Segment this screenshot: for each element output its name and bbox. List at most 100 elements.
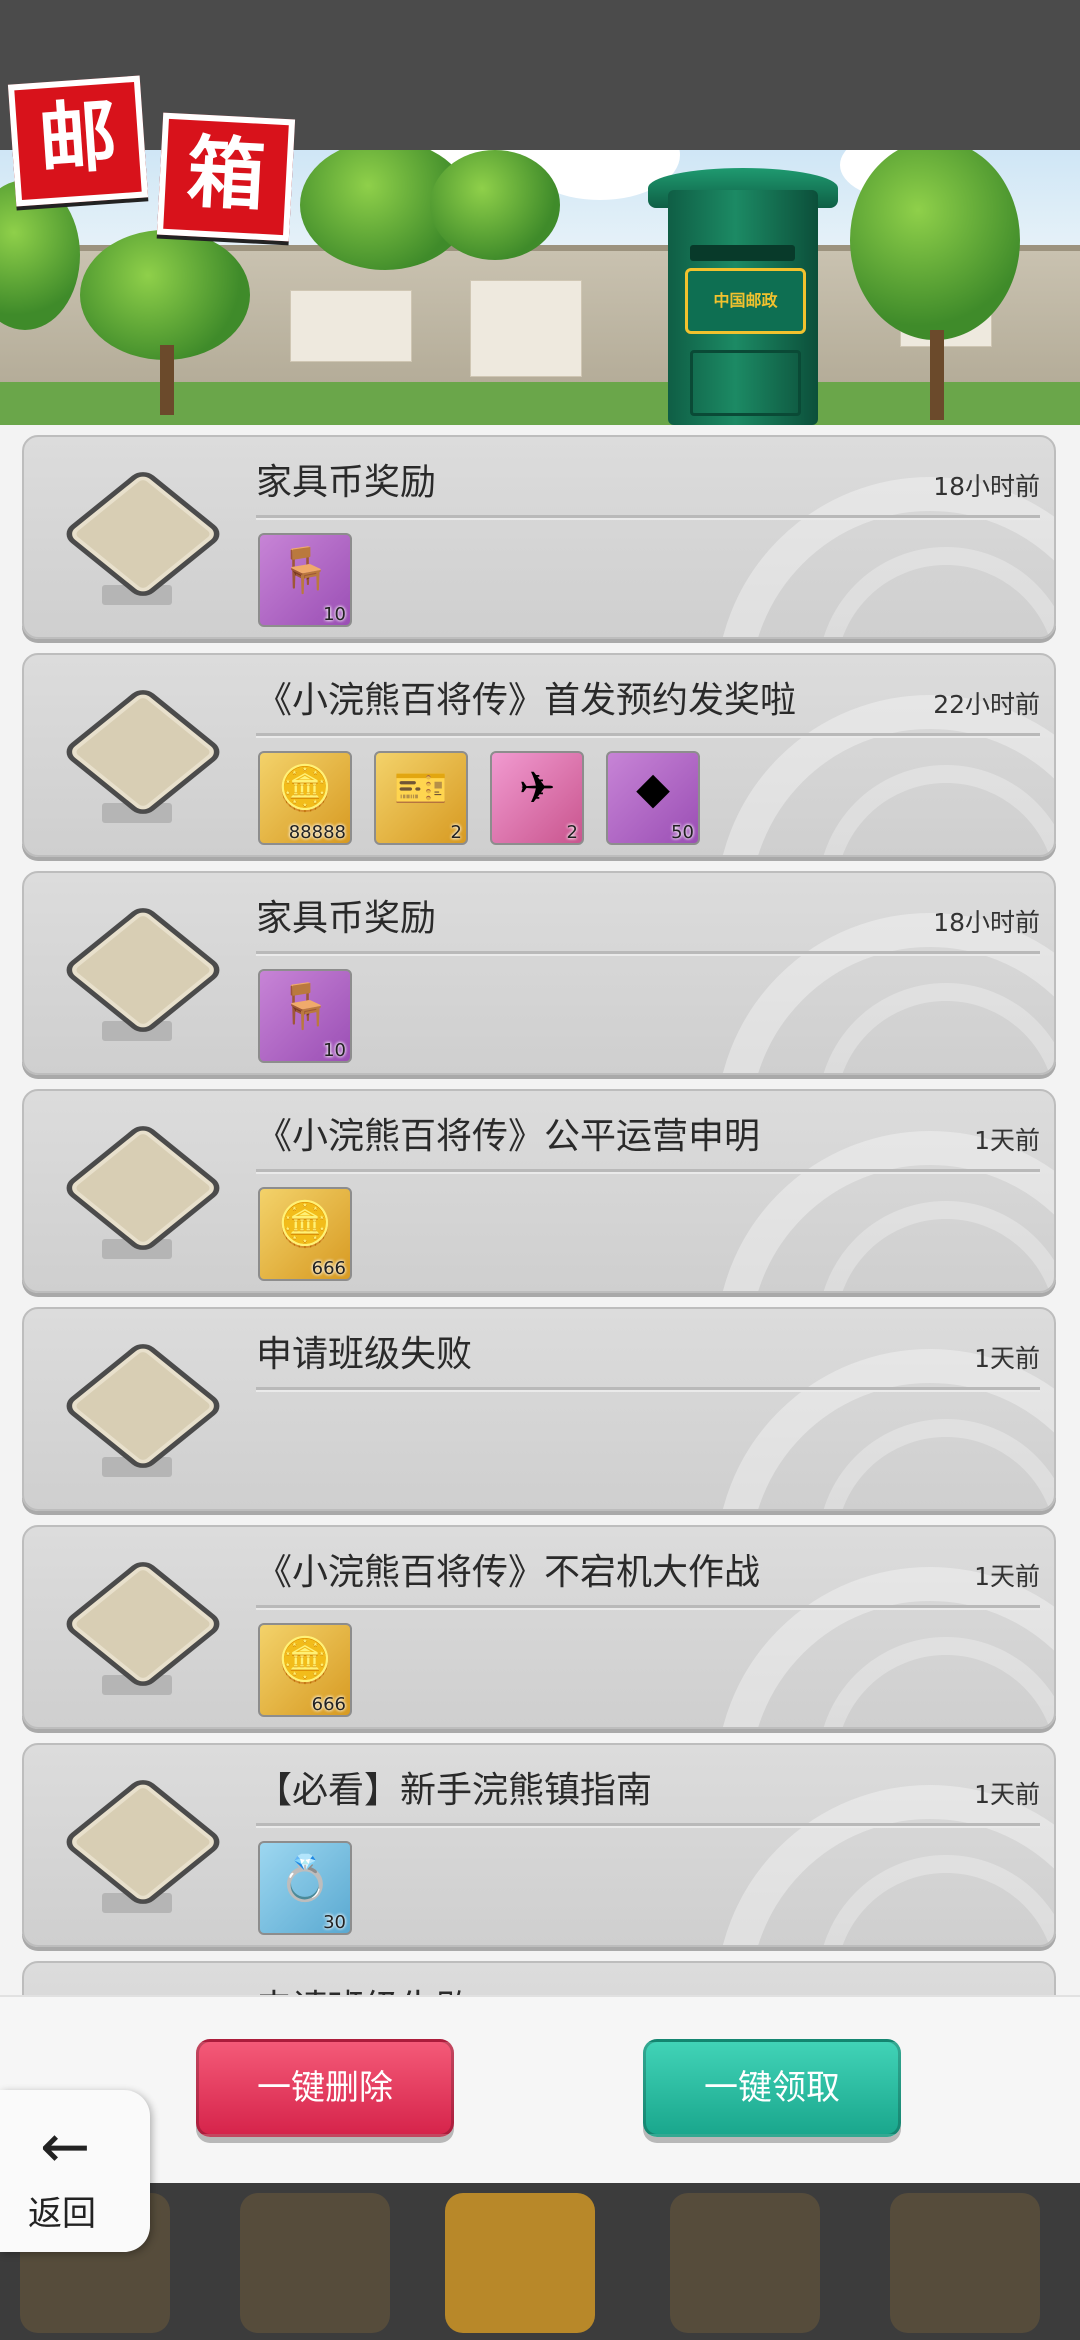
mail-card[interactable]: 《小浣熊百将传》公平运营申明 1天前 🪙 666 xyxy=(22,1089,1056,1293)
dock-tile xyxy=(240,2193,390,2333)
envelope-icon xyxy=(60,466,226,617)
mail-title: 家具币奖励 xyxy=(256,462,437,503)
envelope-icon xyxy=(60,902,226,1053)
title-char: 箱 xyxy=(156,112,296,242)
mail-title: 申请班级失败 xyxy=(256,1979,472,1995)
back-label: 返回 xyxy=(28,2194,96,2234)
reward-count: 50 xyxy=(671,822,694,843)
wall-poster xyxy=(470,280,582,377)
title-char: 邮 xyxy=(7,75,149,207)
mail-card[interactable]: 申请班级失败 1天前 xyxy=(22,1961,1056,1995)
divider xyxy=(256,515,1040,518)
reward-item[interactable]: 🪙 88888 xyxy=(258,751,352,845)
mail-card[interactable]: 家具币奖励 18小时前 🪑 10 xyxy=(22,435,1056,639)
gem-ring-icon: 💍 xyxy=(277,1853,333,1904)
envelope-shape xyxy=(60,466,226,602)
mail-time: 1天前 xyxy=(974,1126,1040,1155)
cube-icon: ◆ xyxy=(636,763,670,814)
reward-count: 88888 xyxy=(288,822,346,843)
tree-trunk xyxy=(160,345,174,415)
stool-icon: 🪑 xyxy=(277,981,333,1032)
tree xyxy=(80,230,250,360)
post-box-slot xyxy=(690,245,795,261)
divider xyxy=(256,1387,1040,1390)
envelope-shape xyxy=(60,1338,226,1474)
mail-time: 1天前 xyxy=(974,1780,1040,1809)
envelope-shape xyxy=(60,1774,226,1910)
reward-items: 🪙 666 xyxy=(258,1187,352,1281)
stool-icon: 🪑 xyxy=(277,545,333,596)
reward-item[interactable]: 🪑 10 xyxy=(258,969,352,1063)
gold-coin-icon: 🪙 xyxy=(277,1635,333,1686)
dock-tile xyxy=(890,2193,1040,2333)
mail-title: 【必看】新手浣熊镇指南 xyxy=(256,1770,653,1811)
reward-items: 🪑 10 xyxy=(258,533,352,627)
wall-poster xyxy=(290,290,412,362)
back-button[interactable]: ← 返回 xyxy=(0,2090,150,2252)
divider xyxy=(256,1605,1040,1608)
mail-card[interactable]: 申请班级失败 1天前 xyxy=(22,1307,1056,1511)
reward-count: 2 xyxy=(566,822,578,843)
mail-card[interactable]: 家具币奖励 18小时前 🪑 10 xyxy=(22,871,1056,1075)
action-bar: 一键删除 一键领取 xyxy=(0,1995,1080,2185)
reward-item[interactable]: 💍 30 xyxy=(258,1841,352,1935)
divider xyxy=(256,951,1040,954)
dock-tile xyxy=(445,2193,595,2333)
paper-plane-icon: ✈ xyxy=(518,763,556,814)
reward-item[interactable]: 🎫 2 xyxy=(374,751,468,845)
reward-count: 10 xyxy=(323,1040,346,1061)
mail-time: 1天前 xyxy=(974,1344,1040,1373)
reward-items: 🪙 666 xyxy=(258,1623,352,1717)
envelope-icon xyxy=(60,1120,226,1271)
reward-count: 666 xyxy=(311,1694,346,1715)
tree xyxy=(430,150,560,260)
envelope-shape xyxy=(60,1120,226,1256)
reward-count: 10 xyxy=(323,604,346,625)
mail-time: 18小时前 xyxy=(933,472,1040,501)
reward-items: 🪑 10 xyxy=(258,969,352,1063)
mail-card[interactable]: 【必看】新手浣熊镇指南 1天前 💍 30 xyxy=(22,1743,1056,1947)
post-box-door xyxy=(690,350,801,416)
gold-coin-icon: 🪙 xyxy=(277,763,333,814)
back-arrow-icon: ← xyxy=(40,2112,91,2182)
dock-tile xyxy=(670,2193,820,2333)
delete-all-button[interactable]: 一键删除 xyxy=(196,2039,454,2137)
envelope-shape xyxy=(60,902,226,1038)
mail-card[interactable]: 《小浣熊百将传》首发预约发奖啦 22小时前 🪙 88888 🎫 2 ✈ 2 ◆ … xyxy=(22,653,1056,857)
envelope-icon xyxy=(60,1774,226,1925)
ticket-icon: 🎫 xyxy=(393,763,449,814)
divider xyxy=(256,1823,1040,1826)
gold-coin-icon: 🪙 xyxy=(277,1199,333,1250)
reward-item[interactable]: 🪑 10 xyxy=(258,533,352,627)
mail-card[interactable]: 《小浣熊百将传》不宕机大作战 1天前 🪙 666 xyxy=(22,1525,1056,1729)
mail-time: 1天前 xyxy=(974,1562,1040,1591)
envelope-shape xyxy=(60,1556,226,1692)
mail-time: 18小时前 xyxy=(933,908,1040,937)
tree-trunk xyxy=(930,330,944,420)
reward-item[interactable]: 🪙 666 xyxy=(258,1187,352,1281)
reward-items: 🪙 88888 🎫 2 ✈ 2 ◆ 50 xyxy=(258,751,700,845)
mail-title: 《小浣熊百将传》公平运营申明 xyxy=(256,1116,761,1157)
mail-list[interactable]: 家具币奖励 18小时前 🪑 10 《小浣熊百将传》首发预约发奖啦 22小时前 🪙… xyxy=(0,425,1080,1995)
reward-item[interactable]: ◆ 50 xyxy=(606,751,700,845)
reward-items: 💍 30 xyxy=(258,1841,352,1935)
mail-title: 《小浣熊百将传》不宕机大作战 xyxy=(256,1552,761,1593)
mail-title: 《小浣熊百将传》首发预约发奖啦 xyxy=(256,680,797,721)
reward-item[interactable]: ✈ 2 xyxy=(490,751,584,845)
post-box-plate: 中国邮政 xyxy=(685,268,806,334)
page-title: 邮 箱 xyxy=(7,75,296,242)
envelope-icon xyxy=(60,684,226,835)
mail-time: 22小时前 xyxy=(933,690,1040,719)
envelope-icon xyxy=(60,1338,226,1489)
reward-count: 666 xyxy=(311,1258,346,1279)
divider xyxy=(256,1169,1040,1172)
reward-count: 30 xyxy=(323,1912,346,1933)
reward-item[interactable]: 🪙 666 xyxy=(258,1623,352,1717)
divider xyxy=(256,733,1040,736)
envelope-icon xyxy=(60,1556,226,1707)
mail-title: 申请班级失败 xyxy=(256,1334,473,1375)
bottom-dock xyxy=(0,2183,1080,2340)
mail-title: 家具币奖励 xyxy=(256,898,437,939)
claim-all-button[interactable]: 一键领取 xyxy=(643,2039,901,2137)
reward-count: 2 xyxy=(450,822,462,843)
